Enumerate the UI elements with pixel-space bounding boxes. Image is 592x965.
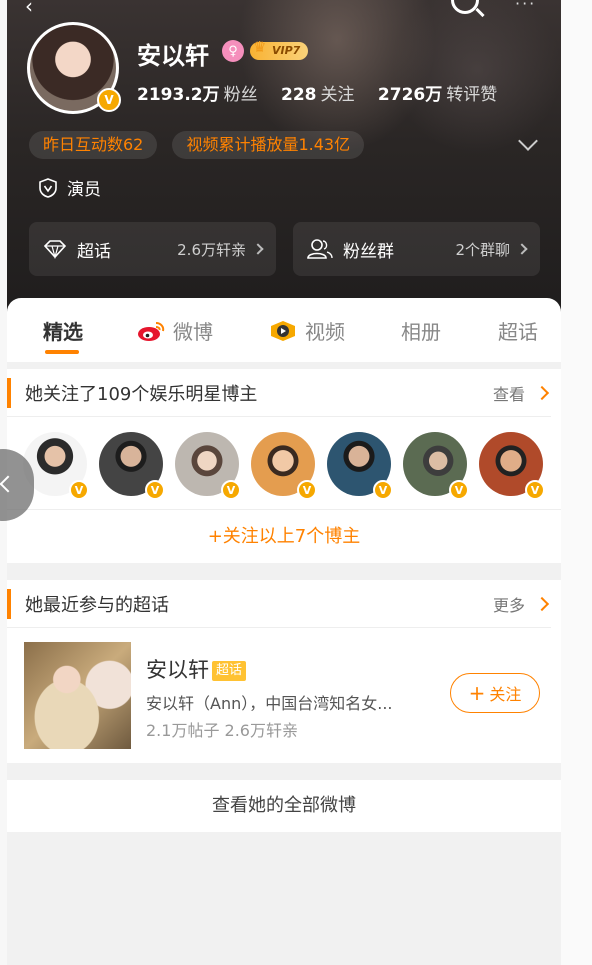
followed-avatar[interactable]: V xyxy=(99,432,165,500)
tab-featured[interactable]: 精选 xyxy=(43,316,83,345)
supertopic-name: 安以轩 超话 xyxy=(146,654,247,684)
fan-group-card-label: 粉丝群 xyxy=(343,241,394,262)
profile-header: ‹ ··· V 安以轩 ♀ VIP7 ♛ 2193.2万 粉丝 228 关注 272… xyxy=(7,0,561,320)
supertopic-card[interactable]: 超话 2.6万轩亲 xyxy=(29,222,276,276)
followed-avatar[interactable]: V xyxy=(251,432,317,500)
right-gutter xyxy=(561,0,592,965)
fan-group-card-value: 2个群聊 xyxy=(455,240,510,259)
following-section-title: 她关注了109个娱乐明星博主 xyxy=(25,383,258,405)
section-accent-bar xyxy=(7,588,11,619)
verified-role: 演员 xyxy=(39,175,101,200)
followed-avatar[interactable]: V xyxy=(327,432,393,500)
verified-badge-icon: V xyxy=(525,480,545,500)
chevron-right-icon xyxy=(252,243,264,255)
supertopic-section: 她最近参与的超话 更多 安以轩 超话 安以轩（Ann），中国台湾知名女... 2.… xyxy=(7,580,561,763)
section-accent-bar xyxy=(7,377,11,408)
verified-badge-icon: V xyxy=(69,480,89,500)
view-all-weibo-button[interactable]: 查看她的全部微博 xyxy=(7,780,561,832)
chevron-down-icon[interactable] xyxy=(518,131,538,151)
supertopic-description: 安以轩（Ann），中国台湾知名女... xyxy=(146,694,393,713)
following-section-header: 她关注了109个娱乐明星博主 查看 xyxy=(7,369,551,417)
profile-stats: 2193.2万 粉丝 228 关注 2726万 转评赞 xyxy=(137,80,515,105)
tab-weibo[interactable]: 微博 xyxy=(137,316,213,345)
tab-supertopic[interactable]: 超话 xyxy=(498,316,538,345)
female-icon: ♀ xyxy=(222,40,244,62)
active-tab-indicator xyxy=(45,350,79,354)
video-play-icon xyxy=(271,320,295,341)
pill-video-views[interactable]: 视频累计播放量1.43亿 xyxy=(172,131,365,159)
search-icon[interactable] xyxy=(451,0,479,14)
supertopic-follow-button[interactable]: + 关注 xyxy=(450,673,540,713)
chevron-right-icon[interactable] xyxy=(534,385,550,400)
avatar[interactable]: V xyxy=(27,22,121,114)
supertopic-more-link[interactable]: 更多 xyxy=(493,592,525,616)
supertopic-section-title: 她最近参与的超话 xyxy=(25,594,169,616)
following-view-link[interactable]: 查看 xyxy=(493,381,525,405)
chevron-right-icon[interactable] xyxy=(534,596,550,611)
followed-avatar[interactable]: V xyxy=(175,432,241,500)
group-icon xyxy=(307,239,333,259)
supertopic-tag: 超话 xyxy=(212,661,247,681)
interaction-pills: 昨日互动数62 视频累计播放量1.43亿 xyxy=(29,131,374,159)
crown-icon: ♛ xyxy=(253,38,267,56)
verified-badge-icon: V xyxy=(97,88,121,112)
supertopic-card-label: 超话 xyxy=(77,241,111,262)
tab-video[interactable]: 视频 xyxy=(269,316,345,345)
stat-following[interactable]: 228 关注 xyxy=(281,85,355,105)
supertopic-card-value: 2.6万轩亲 xyxy=(177,240,246,259)
verified-badge-icon: V xyxy=(221,480,241,500)
back-icon[interactable]: ‹ xyxy=(25,0,33,18)
supertopic-section-header: 她最近参与的超话 更多 xyxy=(7,580,551,628)
followed-avatar[interactable]: V xyxy=(403,432,469,500)
follow-all-button[interactable]: +关注以上7个博主 xyxy=(7,509,561,563)
more-icon[interactable]: ··· xyxy=(515,0,536,13)
plus-icon: + xyxy=(468,681,486,705)
verified-badge-icon: V xyxy=(145,480,165,500)
diamond-icon xyxy=(43,240,67,259)
chevron-right-icon xyxy=(516,243,528,255)
weibo-icon xyxy=(138,321,165,341)
shield-icon xyxy=(39,177,57,198)
verified-badge-icon: V xyxy=(449,480,469,500)
profile-tabs: 精选 微博 视频 相册 超话 xyxy=(7,298,561,362)
profile-page: ‹ ··· V 安以轩 ♀ VIP7 ♛ 2193.2万 粉丝 228 关注 272… xyxy=(7,0,561,965)
profile-name: 安以轩 xyxy=(137,42,209,70)
followed-avatar[interactable]: V xyxy=(479,432,545,500)
stat-reposts[interactable]: 2726万 转评赞 xyxy=(378,85,497,105)
following-section: 她关注了109个娱乐明星博主 查看 V V V V V V V +关注以上7个博… xyxy=(7,369,561,563)
role-label: 演员 xyxy=(67,180,101,200)
followed-avatars: V V V V V V V xyxy=(23,432,553,500)
fan-group-card[interactable]: 粉丝群 2个群聊 xyxy=(293,222,540,276)
pill-interactions[interactable]: 昨日互动数62 xyxy=(29,131,158,159)
supertopic-meta: 2.1万帖子 2.6万轩亲 xyxy=(146,721,298,740)
supertopic-item[interactable]: 安以轩 超话 安以轩（Ann），中国台湾知名女... 2.1万帖子 2.6万轩亲 … xyxy=(7,628,561,763)
supertopic-cover-image xyxy=(24,642,131,749)
stat-followers[interactable]: 2193.2万 粉丝 xyxy=(137,85,258,105)
verified-badge-icon: V xyxy=(373,480,393,500)
verified-badge-icon: V xyxy=(297,480,317,500)
tab-album[interactable]: 相册 xyxy=(401,316,441,345)
